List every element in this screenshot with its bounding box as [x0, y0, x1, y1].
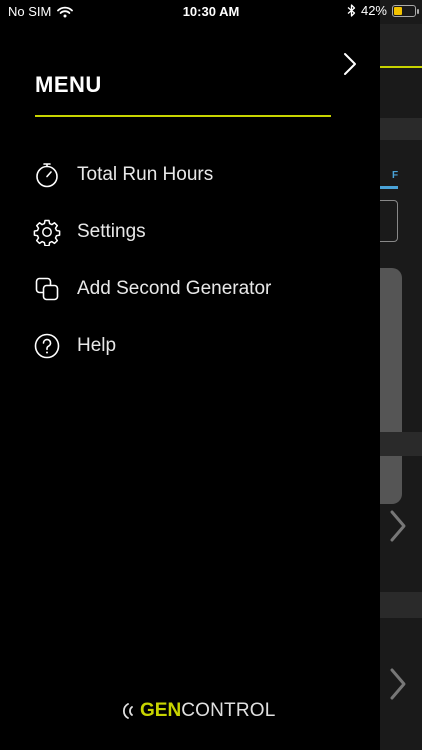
battery-percent: 42% [360, 3, 387, 18]
menu-divider [35, 115, 331, 117]
menu-item-label: Help [77, 335, 117, 356]
side-menu-drawer: MENU Total Run Hours Settings Add Second… [0, 0, 380, 750]
menu-item-label: Total Run Hours [77, 164, 214, 185]
chevron-right-icon [390, 510, 406, 542]
status-bar: No SIM 10:30 AM 42% [0, 0, 422, 24]
close-menu-button[interactable] [338, 50, 362, 78]
menu-item-settings[interactable]: Settings [30, 212, 350, 252]
background-band [380, 118, 422, 140]
background-app-panel: F [380, 0, 422, 750]
background-tab-indicator [380, 186, 398, 189]
battery-fill [394, 6, 402, 15]
background-accent-line [380, 66, 422, 68]
logo-gen-text: GEN [140, 700, 182, 721]
background-card [380, 268, 402, 504]
bluetooth-icon [347, 4, 356, 17]
menu-item-help[interactable]: Help [30, 326, 350, 366]
background-band [380, 592, 422, 618]
two-squares-icon [30, 272, 64, 306]
logo-control-text: CONTROL [181, 700, 276, 721]
menu-item-total-run-hours[interactable]: Total Run Hours [30, 155, 350, 195]
battery-icon [392, 4, 419, 17]
stopwatch-icon [30, 158, 64, 192]
background-header [380, 24, 422, 66]
chevron-right-icon [390, 668, 406, 700]
menu-item-add-second-generator[interactable]: Add Second Generator [30, 269, 350, 309]
background-tab-label: F [392, 170, 399, 181]
signal-waves-icon [122, 703, 133, 719]
status-bar-right: 42% [347, 3, 419, 18]
background-input [380, 200, 398, 242]
menu-item-label: Settings [77, 221, 146, 242]
background-band [380, 432, 422, 456]
menu-item-label: Add Second Generator [77, 278, 272, 299]
chevron-right-icon [344, 53, 356, 75]
question-circle-icon [30, 329, 64, 363]
gencontrol-logo: GEN CONTROL [118, 698, 275, 724]
gear-icon [30, 215, 64, 249]
menu-title: MENU [35, 72, 102, 97]
